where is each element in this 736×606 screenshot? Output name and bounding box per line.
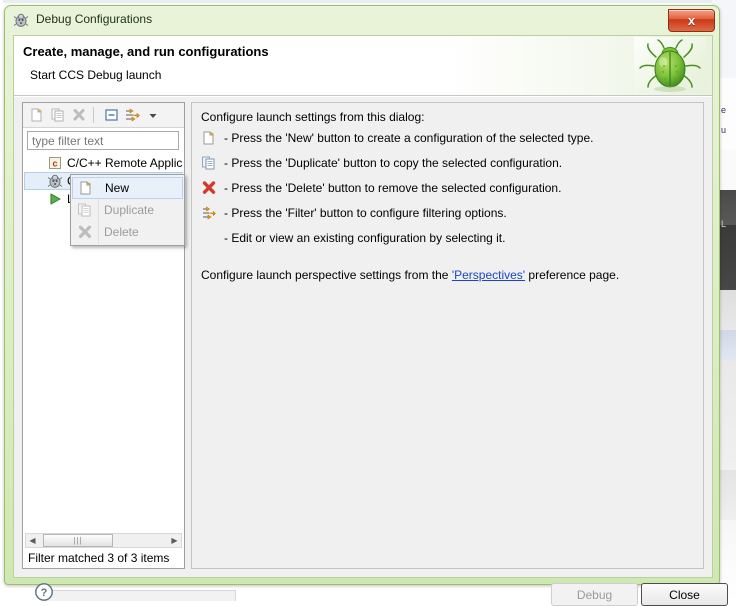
filter-input-wrapper [27, 131, 179, 150]
debug-button-label: Debug [576, 587, 613, 602]
perspectives-footer: Configure launch perspective settings fr… [201, 268, 619, 282]
close-button-label: Close [669, 587, 700, 602]
footer-text-after: preference page. [525, 268, 620, 282]
background-left-edge [0, 0, 3, 600]
context-menu-item-label: New [105, 181, 130, 195]
question-mark-icon[interactable]: ? [34, 582, 54, 602]
collapse-all-button[interactable] [102, 106, 120, 124]
introduction-panel: Configure launch settings from this dial… [191, 102, 704, 569]
intro-row-duplicate: - Press the 'Duplicate' button to copy t… [201, 155, 562, 171]
intro-row-text: - Edit or view an existing configuration… [224, 231, 506, 245]
bug-icon [47, 173, 63, 189]
chevron-down-icon[interactable] [144, 106, 162, 124]
context-menu-item-new[interactable]: New [72, 177, 183, 199]
context-menu-item-duplicate[interactable]: Duplicate [71, 199, 184, 221]
background-taskbar-tab [44, 590, 236, 601]
dialog-title-bar[interactable]: Debug Configurations x [5, 6, 719, 35]
footer-text-before: Configure launch perspective settings fr… [201, 268, 452, 282]
dialog-client-area: Create, manage, and run configurations S… [13, 35, 728, 606]
duplicate-launch-configuration-button[interactable] [49, 106, 67, 124]
duplicate-icon [201, 155, 217, 171]
page-subtitle: Start CCS Debug launch [30, 68, 162, 82]
new-document-icon [201, 130, 217, 146]
context-menu-item-label: Delete [104, 225, 139, 239]
intro-row-text: - Press the 'Duplicate' button to copy t… [224, 156, 563, 170]
filter-button[interactable] [123, 106, 141, 124]
bug-icon [13, 12, 29, 28]
configurations-toolbar [23, 103, 184, 128]
delete-launch-configuration-button[interactable] [70, 106, 88, 124]
intro-row-new: - Press the 'New' button to create a con… [201, 130, 593, 146]
toolbar-separator [93, 107, 94, 123]
background-text-snippet: u [721, 125, 727, 135]
delete-x-icon [201, 180, 217, 196]
window-close-button[interactable]: x [668, 9, 715, 32]
launch-configurations-panel: c C/C++ Remote Applicat [22, 102, 185, 569]
filter-text-input[interactable] [27, 131, 179, 150]
background-top-edge [0, 0, 736, 3]
intro-row-delete: - Press the 'Delete' button to remove th… [201, 180, 561, 196]
intro-lead-text: Configure launch settings from this dial… [201, 110, 425, 124]
svg-text:?: ? [41, 587, 48, 599]
perspectives-link[interactable]: 'Perspectives' [452, 268, 525, 282]
new-launch-configuration-button[interactable] [28, 106, 46, 124]
delete-x-icon [77, 224, 93, 240]
c-file-icon: c [47, 155, 63, 171]
new-document-icon [78, 180, 94, 196]
intro-row-text: - Press the 'New' button to create a con… [224, 131, 594, 145]
scroll-right-arrow-icon[interactable]: ▶ [168, 534, 181, 547]
filter-icon [201, 205, 217, 221]
close-icon: x [687, 13, 696, 28]
dialog-body: c C/C++ Remote Applicat [14, 97, 712, 577]
intro-row-edit: - Edit or view an existing configuration… [224, 230, 505, 246]
dialog-header: Create, manage, and run configurations S… [14, 36, 712, 96]
filter-status-text: Filter matched 3 of 3 items [28, 551, 170, 565]
green-bug-illustration-icon [634, 37, 706, 94]
scroll-left-arrow-icon[interactable]: ◀ [26, 534, 39, 547]
context-menu-item-delete[interactable]: Delete [71, 221, 184, 243]
duplicate-icon [77, 202, 93, 218]
tree-context-menu: New Duplicate Delete [70, 174, 185, 246]
background-text-snippet: e [721, 105, 727, 115]
dialog-title: Debug Configurations [36, 12, 153, 26]
debug-button[interactable]: Debug [551, 583, 638, 606]
svg-text:c: c [52, 159, 57, 169]
debug-configurations-dialog: Debug Configurations x Create, manage, a… [4, 5, 728, 606]
background-text-snippet: L [721, 219, 727, 229]
intro-row-text: - Press the 'Filter' button to configure… [224, 206, 507, 220]
context-menu-item-label: Duplicate [104, 203, 155, 217]
close-button[interactable]: Close [641, 583, 728, 606]
intro-row-filter: - Press the 'Filter' button to configure… [201, 205, 507, 221]
tree-horizontal-scrollbar[interactable]: ◀ ||| ▶ [25, 533, 182, 548]
page-title: Create, manage, and run configurations [23, 44, 269, 59]
tree-item-c-cpp-remote-application[interactable]: c C/C++ Remote Applicat [24, 154, 183, 172]
tree-item-label: C/C++ Remote Applicat [67, 156, 183, 170]
scrollbar-thumb[interactable]: ||| [43, 534, 113, 547]
intro-row-text: - Press the 'Delete' button to remove th… [224, 181, 562, 195]
green-play-icon [47, 191, 63, 207]
